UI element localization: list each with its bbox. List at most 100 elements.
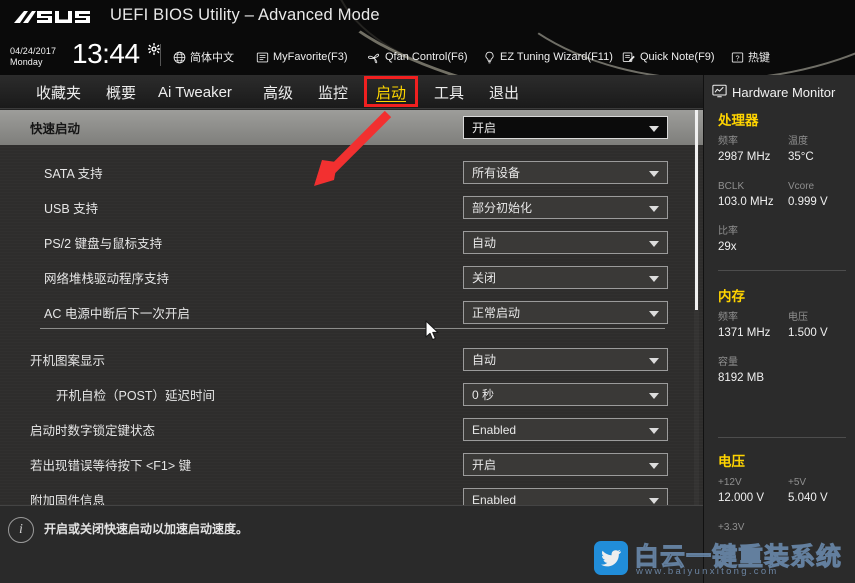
setting-value: 正常启动 <box>472 306 521 320</box>
hm-key: BCLK <box>718 181 745 192</box>
monitor-icon <box>712 84 727 101</box>
header-bar: UEFI BIOS Utility – Advanced Mode 04/24/… <box>0 0 855 75</box>
bulb-icon <box>482 50 496 64</box>
setting-dropdown[interactable]: 正常启动 <box>463 301 668 324</box>
datetime-display: 04/24/2017 Monday 13:44 <box>10 39 161 72</box>
setting-dropdown[interactable]: 开启 <box>463 116 668 139</box>
chevron-down-icon <box>649 498 659 504</box>
chevron-down-icon <box>649 358 659 364</box>
chevron-down-icon <box>649 276 659 282</box>
sidebar-divider <box>718 437 846 438</box>
setting-label: 开机自检（POST）延迟时间 <box>56 389 216 403</box>
clock-value: 13:44 <box>72 38 140 69</box>
hardware-monitor-sidebar: Hardware Monitor 处理器 频率 2987 MHz 温度 35°C… <box>703 75 855 583</box>
table-row[interactable]: 快速启动 开启 <box>0 110 703 145</box>
tab-tool[interactable]: 工具 <box>428 75 470 109</box>
hm-value: 1371 MHz <box>718 327 771 339</box>
setting-label: AC 电源中断后下一次开启 <box>44 307 190 321</box>
quick-note-button[interactable]: Quick Note(F9) <box>622 48 715 66</box>
tab-exit[interactable]: 退出 <box>483 75 525 109</box>
chevron-down-icon <box>649 311 659 317</box>
myfavorite-button[interactable]: MyFavorite(F3) <box>255 48 348 66</box>
tab-boot[interactable]: 启动 <box>370 75 412 109</box>
hm-key: 频率 <box>718 136 738 147</box>
hm-value: 5.040 V <box>788 492 828 504</box>
hm-heading-voltage: 电压 <box>718 454 745 469</box>
tab-monitor[interactable]: 监控 <box>312 75 354 109</box>
svg-text:?: ? <box>735 53 739 62</box>
page-title: UEFI BIOS Utility – Advanced Mode <box>110 6 380 24</box>
hm-value: 12.000 V <box>718 492 765 504</box>
hm-heading-memory: 内存 <box>718 289 745 304</box>
setting-dropdown[interactable]: 关闭 <box>463 266 668 289</box>
weekday-value: Monday <box>10 57 43 67</box>
setting-dropdown[interactable]: 所有设备 <box>463 161 668 184</box>
setting-dropdown[interactable]: Enabled <box>463 488 668 505</box>
table-row[interactable]: SATA 支持 所有设备 <box>0 155 703 190</box>
hotkeys-button[interactable]: ? 热键 <box>730 48 770 66</box>
chevron-down-icon <box>649 206 659 212</box>
hm-key: +3.3V <box>718 522 745 533</box>
setting-value: Enabled <box>472 492 517 506</box>
gear-icon[interactable] <box>147 42 161 56</box>
help-text: 开启或关闭快速启动以加速启动速度。 <box>44 522 249 536</box>
setting-label: USB 支持 <box>44 202 99 216</box>
setting-dropdown[interactable]: 部分初始化 <box>463 196 668 219</box>
table-row[interactable]: 启动时数字锁定键状态 Enabled <box>0 412 703 447</box>
help-icon: ? <box>730 50 744 64</box>
hm-heading-cpu: 处理器 <box>718 113 759 128</box>
language-button[interactable]: 简体中文 <box>172 48 234 66</box>
hm-group-memory: 内存 频率 1371 MHz 电压 1.500 V 容量 8192 MB <box>718 285 848 391</box>
table-row[interactable]: 网络堆栈驱动程序支持 关闭 <box>0 260 703 295</box>
setting-label: PS/2 键盘与鼠标支持 <box>44 237 163 251</box>
hm-key: 电压 <box>788 312 808 323</box>
tab-main[interactable]: 概要 <box>100 75 142 109</box>
hm-value: 29x <box>718 241 737 253</box>
table-row[interactable]: 开机自检（POST）延迟时间 0 秒 <box>0 377 703 412</box>
setting-value: 部分初始化 <box>472 201 533 215</box>
setting-value: 0 秒 <box>472 388 495 402</box>
table-row[interactable]: 附加固件信息 Enabled <box>0 482 703 505</box>
table-row[interactable]: AC 电源中断后下一次开启 正常启动 <box>0 295 703 330</box>
hm-key: 比率 <box>718 226 738 237</box>
setting-label: SATA 支持 <box>44 167 103 181</box>
hm-group-cpu: 处理器 频率 2987 MHz 温度 35°C BCLK 103.0 MHz V… <box>718 109 848 255</box>
asus-logo <box>12 8 96 29</box>
chevron-down-icon <box>649 463 659 469</box>
table-row[interactable]: 若出现错误等待按下 <F1> 键 开启 <box>0 447 703 482</box>
info-icon: i <box>8 517 34 543</box>
setting-label: 若出现错误等待按下 <F1> 键 <box>30 459 192 473</box>
hm-value: 0.999 V <box>788 196 828 208</box>
myfavorite-label: MyFavorite(F3) <box>273 51 348 63</box>
chevron-down-icon <box>649 428 659 434</box>
table-row[interactable]: PS/2 键盘与鼠标支持 自动 <box>0 225 703 260</box>
settings-panel: 快速启动 开启 SATA 支持 所有设备 USB 支持 部分初始化 PS/2 键… <box>0 110 703 505</box>
globe-icon <box>172 50 186 64</box>
scrollbar-thumb[interactable] <box>695 110 698 310</box>
main-menu-tabs: 收藏夹 概要 Ai Tweaker 高级 监控 启动 工具 退出 <box>0 75 703 109</box>
setting-dropdown[interactable]: 0 秒 <box>463 383 668 406</box>
date-value: 04/24/2017 <box>10 46 57 56</box>
table-row[interactable]: USB 支持 部分初始化 <box>0 190 703 225</box>
table-row[interactable]: 开机图案显示 自动 <box>0 342 703 377</box>
setting-label: 网络堆栈驱动程序支持 <box>44 272 170 286</box>
hm-key: +12V <box>718 477 742 488</box>
qfan-control-button[interactable]: Qfan Control(F6) <box>367 48 468 66</box>
fan-icon <box>367 50 381 64</box>
quick-note-label: Quick Note(F9) <box>640 51 715 63</box>
tab-advanced[interactable]: 高级 <box>257 75 299 109</box>
setting-dropdown[interactable]: 自动 <box>463 231 668 254</box>
setting-dropdown[interactable]: Enabled <box>463 418 668 441</box>
hotkeys-label: 热键 <box>748 52 770 64</box>
tab-ai-tweaker[interactable]: Ai Tweaker <box>152 75 238 109</box>
setting-dropdown[interactable]: 自动 <box>463 348 668 371</box>
ez-tuning-wizard-label: EZ Tuning Wizard(F11) <box>500 51 613 63</box>
setting-label: 开机图案显示 <box>30 354 106 368</box>
setting-label: 附加固件信息 <box>30 494 106 505</box>
tab-favorites[interactable]: 收藏夹 <box>30 75 87 109</box>
setting-label: 启动时数字锁定键状态 <box>30 424 156 438</box>
ez-tuning-wizard-button[interactable]: EZ Tuning Wizard(F11) <box>482 48 613 66</box>
setting-dropdown[interactable]: 开启 <box>463 453 668 476</box>
note-icon <box>255 50 269 64</box>
help-bar: i 开启或关闭快速启动以加速启动速度。 <box>0 505 703 583</box>
